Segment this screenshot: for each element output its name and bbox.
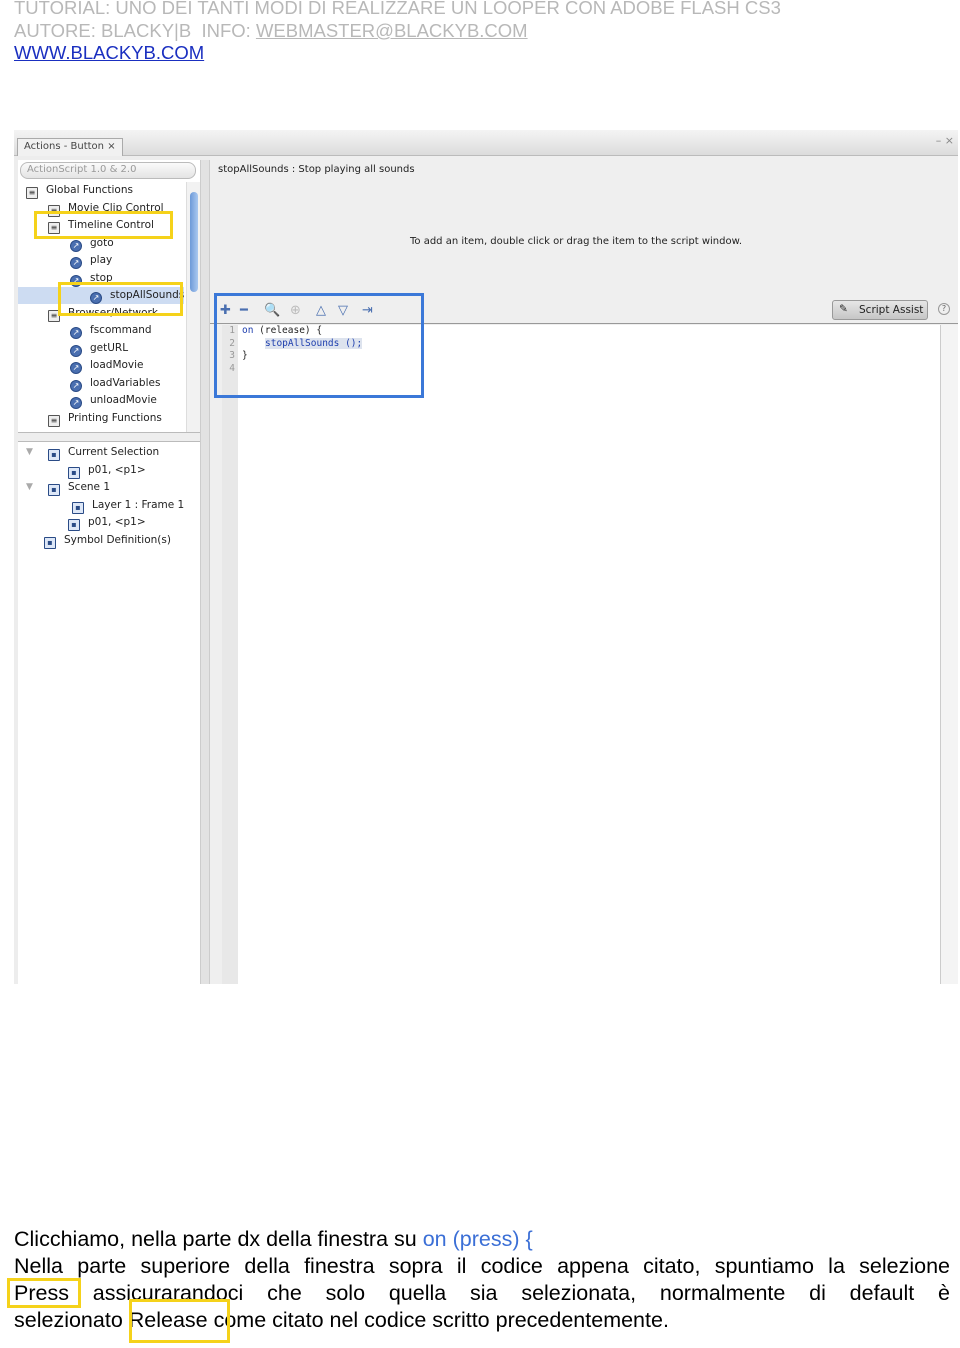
- navigator-item[interactable]: ▪ Symbol Definition(s): [44, 532, 171, 549]
- tree-item-label: fscommand: [90, 324, 152, 336]
- help-icon[interactable]: ?: [938, 303, 950, 315]
- navigator-item[interactable]: ▪ Scene 1: [48, 479, 110, 496]
- panel-tab-bar: Actions - Button × – ×: [14, 130, 958, 156]
- selection-icon: ▪: [48, 449, 60, 461]
- editor-scrollbar[interactable]: [940, 325, 958, 984]
- tab-actions-button[interactable]: Actions - Button ×: [17, 138, 123, 156]
- panel-divider[interactable]: [200, 160, 210, 984]
- tree-item[interactable]: ≡ Printing Functions: [48, 410, 162, 427]
- highlight-script-toolbar: [214, 293, 424, 398]
- action-description: stopAllSounds : Stop playing all sounds: [218, 164, 415, 175]
- symbols-icon: ▪: [44, 536, 56, 549]
- tree-item[interactable]: ≡ Global Functions: [26, 182, 133, 199]
- script-pane: stopAllSounds : Stop playing all sounds …: [210, 156, 958, 984]
- script-assist-label: Script Assist: [859, 304, 924, 316]
- highlight-press: [7, 1278, 81, 1308]
- tree-item[interactable]: ↗ fscommand: [70, 322, 152, 339]
- tab-label: Actions - Button: [24, 141, 104, 152]
- author-line: AUTORE: BLACKY|B INFO: WEBMASTER@BLACKYB…: [14, 20, 528, 42]
- highlight-timeline-control: [34, 211, 173, 239]
- frame-icon: ▪: [72, 501, 84, 514]
- tree-item-label: play: [90, 254, 113, 266]
- tree-item-label: Global Functions: [46, 184, 133, 196]
- tree-item-label: loadMovie: [90, 359, 144, 371]
- expand-triangle-icon[interactable]: ▼: [26, 447, 33, 457]
- script-editor[interactable]: on (release) { stopAllSounds (); }: [238, 325, 940, 984]
- button-symbol-icon: ▪: [68, 466, 80, 479]
- tree-item[interactable]: ↗ loadVariables: [70, 375, 160, 392]
- expand-triangle-icon[interactable]: ▼: [26, 482, 33, 492]
- navigator-item-label: p01, <p1>: [88, 463, 146, 476]
- highlight-stopallsounds: [58, 282, 183, 316]
- action-icon: ↗: [70, 344, 82, 357]
- close-icon[interactable]: ×: [107, 141, 115, 152]
- window-controls[interactable]: – ×: [936, 134, 954, 147]
- book-icon: ≡: [26, 187, 38, 199]
- version-select[interactable]: ActionScript 1.0 & 2.0: [20, 162, 196, 179]
- tree-item[interactable]: ↗ getURL: [70, 340, 128, 357]
- paragraph-line: Clicchiamo, nella parte dx della finestr…: [14, 1226, 950, 1253]
- tree-item-label: unloadMovie: [90, 394, 157, 406]
- navigator-item-label: p01, <p1>: [88, 516, 146, 528]
- scroll-thumb[interactable]: [190, 192, 198, 292]
- highlight-release: [129, 1299, 230, 1343]
- tree-item-label: loadVariables: [90, 376, 161, 389]
- line-number-gutter: 1 2 3 4: [222, 325, 238, 984]
- tree-item[interactable]: ↗ unloadMovie: [70, 392, 157, 409]
- navigator-item-label: Scene 1: [68, 481, 111, 493]
- code-reference: on (press) {: [422, 1227, 533, 1251]
- tree-item[interactable]: ↗ play: [70, 252, 112, 269]
- navigator-item-label: Symbol Definition(s): [64, 533, 171, 546]
- navigator-item-label: Current Selection: [68, 446, 160, 458]
- action-icon: ↗: [70, 257, 82, 269]
- email-link[interactable]: WEBMASTER@BLACKYB.COM: [256, 20, 528, 41]
- magic-wand-icon: ✎: [839, 303, 848, 315]
- tree-item[interactable]: ↗ loadMovie: [70, 357, 144, 374]
- book-icon: ≡: [48, 414, 60, 427]
- toolbox-scrollbar[interactable]: [186, 182, 200, 432]
- action-icon: ↗: [70, 362, 82, 374]
- navigator-item[interactable]: ▪ p01, <p1>: [68, 462, 146, 479]
- script-assist-button[interactable]: ✎ Script Assist: [832, 300, 928, 320]
- tree-item-label: Printing Functions: [68, 411, 162, 424]
- action-icon: ↗: [70, 239, 82, 252]
- navigator-item[interactable]: ▪ Current Selection: [48, 444, 159, 461]
- navigator-item-label: Layer 1 : Frame 1: [92, 498, 185, 511]
- hint-text: To add an item, double click or drag the…: [410, 236, 743, 247]
- action-icon: ↗: [70, 327, 82, 339]
- actions-panel-screenshot: Actions - Button × – × ActionScript 1.0 …: [14, 130, 958, 984]
- pane-splitter[interactable]: [18, 432, 200, 442]
- paragraph-line: Nella parte superiore della finestra sop…: [14, 1254, 950, 1278]
- tree-item-label: getURL: [90, 341, 129, 354]
- author-text: AUTORE: BLACKY|B INFO:: [14, 20, 256, 41]
- website-link[interactable]: WWW.BLACKYB.COM: [14, 42, 204, 63]
- navigator-item[interactable]: ▪ Layer 1 : Frame 1: [72, 497, 184, 514]
- scene-icon: ▪: [48, 484, 60, 496]
- navigator-item[interactable]: ▪ p01, <p1>: [68, 514, 146, 531]
- action-icon: ↗: [70, 397, 82, 409]
- action-icon: ↗: [70, 379, 82, 392]
- body-text: Clicchiamo, nella parte dx della finestr…: [14, 1227, 423, 1251]
- tutorial-title: TUTORIAL: UNO DEI TANTI MODI DI REALIZZA…: [14, 0, 781, 18]
- button-symbol-icon: ▪: [68, 519, 80, 531]
